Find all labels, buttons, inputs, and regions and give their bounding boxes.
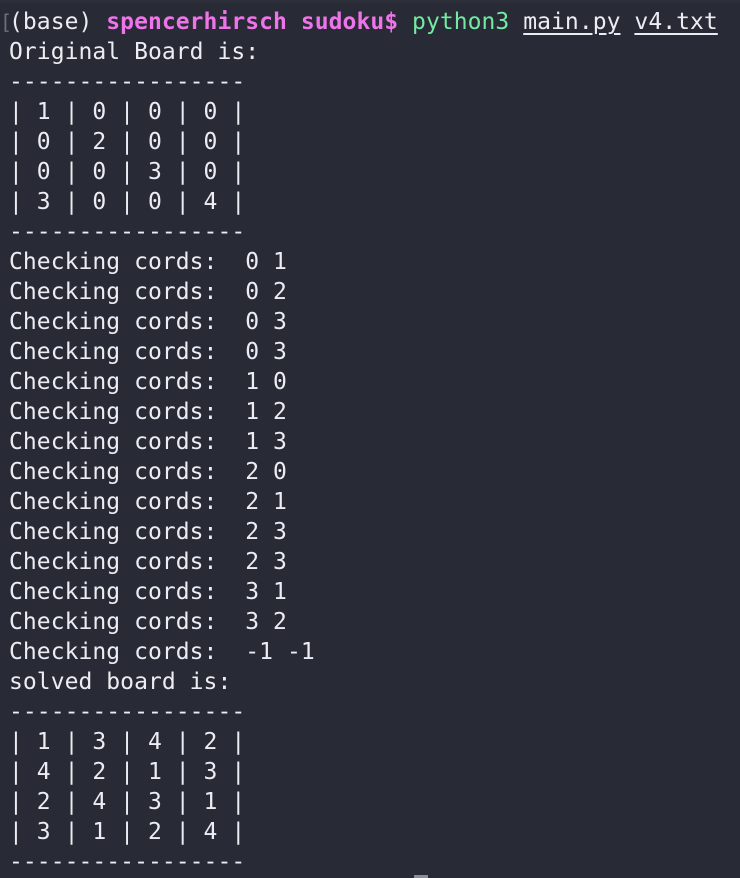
output-line: Checking cords: 1 3: [9, 429, 287, 455]
terminal-output: (base) spencerhirsch sudoku$ python3 mai…: [9, 7, 740, 877]
output-line: | 3 | 1 | 2 | 4 |: [9, 819, 246, 845]
output-line: -----------------: [9, 219, 246, 245]
output-line: Checking cords: -1 -1: [9, 639, 315, 665]
program-output: Original Board is: ----------------- | 1 |…: [9, 37, 740, 877]
prompt-user: spencerhirsch: [106, 9, 287, 35]
terminal-window[interactable]: { "prompt": { "prefix": "(base) ", "user…: [0, 0, 740, 878]
output-line: Checking cords: 0 1: [9, 249, 287, 275]
output-line: Original Board is:: [9, 39, 260, 65]
output-line: | 0 | 2 | 0 | 0 |: [9, 129, 246, 155]
command-arg-file[interactable]: v4.txt: [634, 9, 717, 35]
output-line: Checking cords: 1 2: [9, 399, 287, 425]
output-line: Checking cords: 1 0: [9, 369, 287, 395]
output-line: | 4 | 2 | 1 | 3 |: [9, 759, 246, 785]
prompt-env: (base): [9, 9, 107, 35]
output-line: | 3 | 0 | 0 | 4 |: [9, 189, 246, 215]
output-line: | 1 | 3 | 4 | 2 |: [9, 729, 246, 755]
output-line: | 2 | 4 | 3 | 1 |: [9, 789, 246, 815]
output-line: Checking cords: 2 3: [9, 549, 287, 575]
command-name: python3: [412, 9, 510, 35]
command-arg-script[interactable]: main.py: [523, 9, 620, 35]
output-line: -----------------: [9, 699, 246, 725]
output-line: Checking cords: 0 2: [9, 279, 287, 305]
output-line: Checking cords: 2 0: [9, 459, 287, 485]
scrolled-content-edge: [0, 0, 740, 5]
output-line: Checking cords: 0 3: [9, 339, 287, 365]
prompt-cwd: sudoku$: [300, 9, 399, 35]
output-line: | 1 | 0 | 0 | 0 |: [9, 99, 246, 125]
output-line: -----------------: [9, 849, 246, 875]
prompt-line: (base) spencerhirsch sudoku$ python3 mai…: [9, 7, 740, 37]
output-line: solved board is:: [9, 669, 232, 695]
output-line: Checking cords: 3 2: [9, 609, 287, 635]
output-line: Checking cords: 3 1: [9, 579, 287, 605]
output-line: Checking cords: 2 3: [9, 519, 287, 545]
output-line: Checking cords: 2 1: [9, 489, 287, 515]
output-line: Checking cords: 0 3: [9, 309, 287, 335]
output-line: -----------------: [9, 69, 246, 95]
output-line: | 0 | 0 | 3 | 0 |: [9, 159, 246, 185]
